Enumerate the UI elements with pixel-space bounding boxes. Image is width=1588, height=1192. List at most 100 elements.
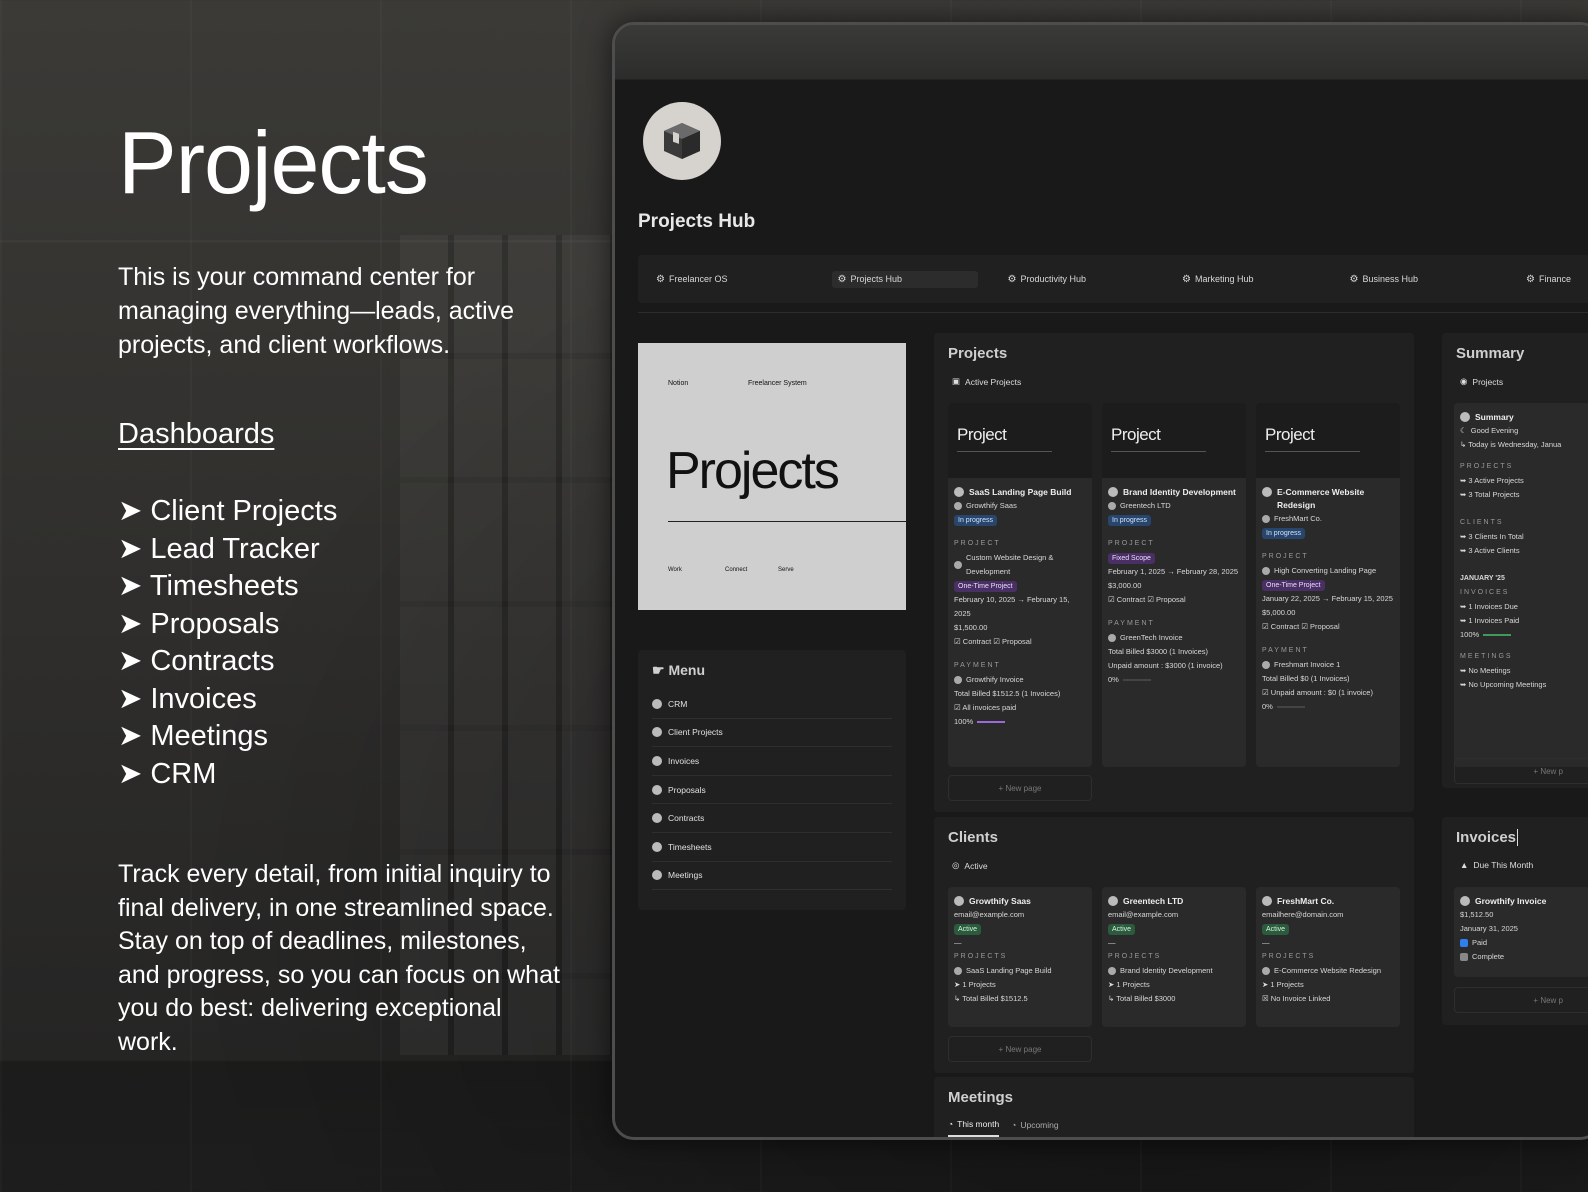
card-cover: Project [1256, 403, 1400, 478]
project-title: SaaS Landing Page Build [969, 487, 1072, 497]
new-page-button[interactable]: + New page [948, 775, 1092, 801]
status-badge: In progress [1262, 528, 1306, 539]
invoice-card[interactable]: Growthify Invoice $1,512.50 January 31, … [1454, 887, 1588, 977]
invoice-icon [1262, 661, 1270, 669]
project-card[interactable]: Project Brand Identity Development Green… [1102, 403, 1246, 767]
menu-item-invoices[interactable]: Invoices [652, 747, 892, 776]
nav-projects-hub[interactable]: ⚙ Projects Hub [831, 270, 978, 288]
progress-bar [1276, 706, 1305, 709]
project-icon [1108, 487, 1118, 497]
user-icon: ◎ [952, 860, 960, 870]
complete-checkbox[interactable] [1460, 953, 1468, 961]
meetings-tabs: ◔ This month ◔ Upcoming [948, 1119, 1059, 1137]
nav-business-hub[interactable]: ⚙ Business Hub [1344, 271, 1425, 288]
invoice-icon [954, 676, 962, 684]
client-card[interactable]: Growthify Saas email@example.com Active … [948, 887, 1092, 1027]
project-card[interactable]: Project SaaS Landing Page Build Growthif… [948, 403, 1092, 767]
client-card[interactable]: Greentech LTD email@example.com Active —… [1102, 887, 1246, 1027]
cover-image: Notion Freelancer System Projects Work C… [638, 343, 906, 610]
project-card[interactable]: Project E-Commerce Website Redesign Fres… [1256, 403, 1400, 767]
project-amount: $1,500.00 [954, 623, 988, 632]
project-title: Brand Identity Development [1123, 487, 1236, 497]
nav-marketing-hub[interactable]: ⚙ Marketing Hub [1176, 271, 1260, 288]
meetings-heading: Meetings [948, 1089, 1014, 1106]
client-icon [954, 502, 962, 510]
menu-list: CRM Client Projects Invoices Proposals C… [652, 690, 892, 891]
calendar-icon: ◔ [1011, 1120, 1017, 1130]
new-page-button[interactable]: + New p [1454, 758, 1588, 784]
gear-icon: ⚙ [656, 273, 665, 285]
cover-label: Notion [668, 380, 689, 387]
dashboard-item: ➤ Timesheets [118, 570, 299, 602]
status-badge: Active [954, 924, 982, 935]
project-icon [1262, 487, 1272, 497]
project-dates: February 1, 2025 → February 28, 2025 [1108, 567, 1239, 576]
cover-label: Freelancer System [748, 380, 807, 387]
menu-item-crm[interactable]: CRM [652, 690, 892, 719]
project-icon [954, 967, 962, 975]
cover-line [668, 521, 906, 522]
summary-icon [1460, 412, 1470, 422]
gear-icon: ⚙ [1349, 273, 1359, 285]
project-dates: February 10, 2025 → February 15, 2025 [954, 595, 1070, 618]
crm-icon [652, 698, 662, 709]
nav-productivity-hub[interactable]: ⚙ Productivity Hub [1002, 271, 1093, 288]
gear-icon: ⚙ [1526, 273, 1535, 285]
gear-icon: ⚙ [1182, 273, 1191, 285]
client-icon [954, 896, 964, 906]
invoice-icon [652, 755, 662, 766]
type-badge: One-Time Project [1262, 580, 1325, 591]
eye-icon: ◉ [1460, 376, 1468, 386]
proposal-icon [652, 784, 662, 795]
client-icon [1108, 502, 1116, 510]
summary-view[interactable]: ◉ Projects [1460, 376, 1503, 387]
hero-title: Projects [118, 113, 429, 212]
progress-bar [1483, 634, 1512, 637]
dashboard-item: ➤ Proposals [118, 607, 280, 640]
calendar-icon: ◔ [948, 1119, 954, 1129]
contract-icon [652, 813, 662, 824]
dashboards-list: ➤ Client Projects ➤ Lead Tracker ➤ Times… [118, 493, 337, 793]
active-projects-view[interactable]: ▣ Active Projects [952, 376, 1021, 387]
page-title: Projects Hub [638, 211, 756, 232]
project-title: E-Commerce Website Redesign [1277, 487, 1365, 510]
paid-checkbox[interactable] [1460, 939, 1468, 947]
box-icon[interactable] [643, 102, 721, 180]
dashboards-heading: Dashboards [118, 418, 275, 450]
warning-icon: ▲ [1460, 860, 1469, 870]
menu-item-timesheets[interactable]: Timesheets [652, 833, 892, 862]
gear-icon: ⚙ [837, 273, 847, 285]
card-cover: Project [948, 403, 1092, 478]
progress-bar [977, 721, 1006, 724]
new-page-button[interactable]: + New p [1454, 987, 1588, 1013]
client-card[interactable]: FreshMart Co. emailhere@domain.com Activ… [1256, 887, 1400, 1027]
window-titlebar [615, 25, 1588, 80]
project-icon [954, 561, 962, 569]
nav-finance[interactable]: ⚙ Finance [1520, 271, 1577, 288]
projects-panel: Projects ▣ Active Projects Project SaaS L… [934, 333, 1414, 812]
cover-title: Projects [666, 442, 840, 500]
cover-label: Connect [725, 567, 748, 573]
menu-item-proposals[interactable]: Proposals [652, 776, 892, 805]
tab-upcoming[interactable]: ◔ Upcoming [1011, 1119, 1058, 1137]
menu-item-client-projects[interactable]: Client Projects [652, 719, 892, 748]
dashboard-item: ➤ Invoices [118, 682, 257, 715]
summary-card[interactable]: Summary ☾ Good Evening ↳ Today is Wednesd… [1454, 403, 1588, 767]
status-badge: Active [1108, 924, 1136, 935]
active-clients-view[interactable]: ◎ Active [952, 860, 988, 871]
moon-icon: ☾ [1460, 426, 1467, 435]
meetings-panel: Meetings ◔ This month ◔ Upcoming [934, 1077, 1414, 1137]
dashboard-item: ➤ Client Projects [118, 495, 338, 527]
new-page-button[interactable]: + New page [948, 1036, 1092, 1062]
nav-freelancer-os[interactable]: ⚙ Freelancer OS [650, 271, 734, 288]
menu-item-contracts[interactable]: Contracts [652, 804, 892, 833]
clients-panel: Clients ◎ Active Growthify Saas email@exa… [934, 817, 1414, 1073]
menu-heading: ☛ Menu [652, 662, 706, 678]
menu-item-meetings[interactable]: Meetings [652, 862, 892, 891]
due-this-month-view[interactable]: ▲ Due This Month [1460, 860, 1533, 870]
projects-heading: Projects [948, 345, 1008, 362]
card-cover: Project [1102, 403, 1246, 478]
project-dates: January 22, 2025 → February 15, 2025 [1262, 594, 1393, 603]
tab-this-month[interactable]: ◔ This month [948, 1119, 1000, 1137]
summary-heading: Summary [1456, 345, 1525, 362]
